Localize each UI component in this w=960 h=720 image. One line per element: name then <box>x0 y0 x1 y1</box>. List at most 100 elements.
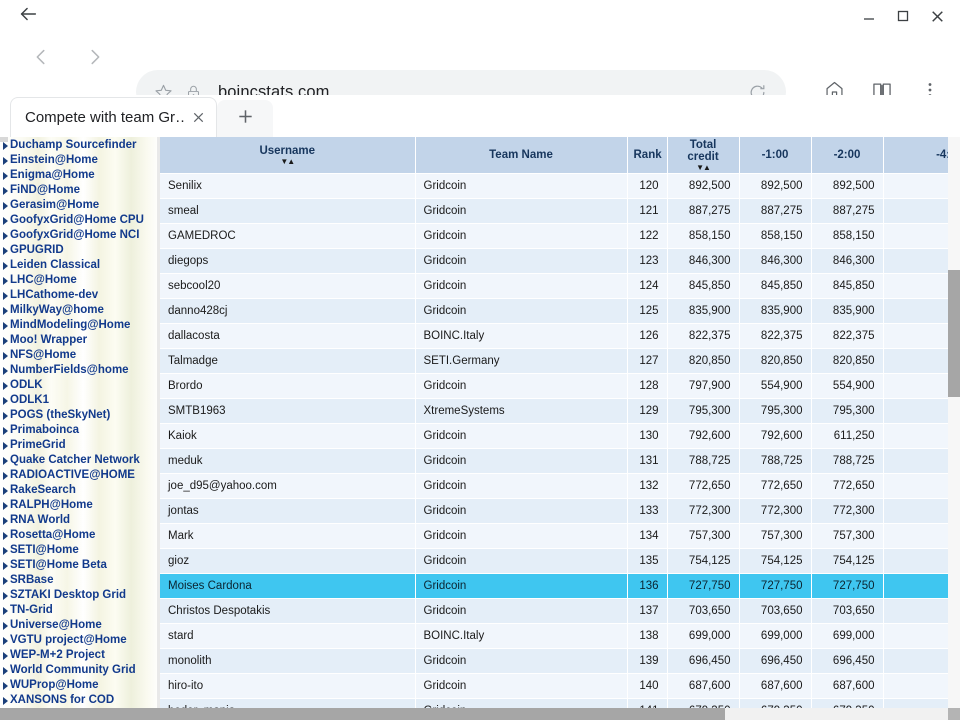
sidebar-item-primegrid[interactable]: PrimeGrid <box>0 438 160 453</box>
sidebar-item-milkyway-home[interactable]: MilkyWay@home <box>0 303 160 318</box>
sidebar-item-sztaki-desktop-grid[interactable]: SZTAKI Desktop Grid <box>0 588 160 603</box>
cell-username: danno428cj <box>160 298 416 325</box>
cell-minus-1h: 846,300 <box>739 248 812 275</box>
sort-arrows-total-credit[interactable]: ▼▲ <box>674 164 733 172</box>
os-back-button[interactable] <box>0 0 56 32</box>
cell-minus-1h: 696,450 <box>739 648 812 675</box>
table-row[interactable]: SMTB1963 XtremeSystems 129 795,300 795,300 79… <box>160 398 948 425</box>
column-header-total-credit[interactable]: Total credit ▼▲ <box>667 137 740 175</box>
table-row[interactable]: danno428cj Gridcoin 125 835,900 835,900 835,9… <box>160 298 948 325</box>
column-header-minus-4h[interactable]: -4:00 <box>883 137 948 175</box>
horizontal-scrollbar-thumb[interactable] <box>0 708 725 720</box>
table-row[interactable]: Talmadge SETI.Germany 127 820,850 820,850 820… <box>160 348 948 375</box>
vertical-scrollbar-thumb[interactable] <box>948 270 960 397</box>
leaderboard-scroll-area[interactable]: Username ▼▲ Team Name Rank Total credit … <box>160 137 948 708</box>
sidebar-item-pogs-theskynet[interactable]: POGS (theSkyNet) <box>0 408 160 423</box>
cell-rank: 141 <box>627 698 668 708</box>
sidebar-item-numberfields-home[interactable]: NumberFields@home <box>0 363 160 378</box>
browser-forward-button[interactable] <box>74 39 116 81</box>
triangle-right-icon <box>3 606 8 615</box>
horizontal-scrollbar[interactable] <box>0 708 960 720</box>
table-row[interactable]: bodor_maniaGridcoin141679,350679,350679,… <box>160 698 948 708</box>
sidebar-item-ralph-home[interactable]: RALPH@Home <box>0 498 160 513</box>
new-tab-button[interactable] <box>217 100 273 137</box>
table-row[interactable]: medukGridcoin131788,725788,725788,725788… <box>160 448 948 475</box>
sidebar-item-goofyxgrid-home-cpu[interactable]: GoofyxGrid@Home CPU <box>0 213 160 228</box>
sort-arrows-username[interactable]: ▼▲ <box>166 158 409 166</box>
sidebar-item-rakesearch[interactable]: RakeSearch <box>0 483 160 498</box>
table-row[interactable]: hiro-ito Gridcoin 140 687,600 687,600 687,600… <box>160 673 948 700</box>
column-header-minus-1h[interactable]: -1:00 <box>739 137 812 175</box>
window-minimize-button[interactable] <box>852 0 886 32</box>
table-row[interactable]: MarkGridcoin134757,300757,300757,300757,… <box>160 523 948 550</box>
table-row[interactable]: stard BOINC.Italy 138 699,000 699,000 699,000… <box>160 623 948 650</box>
sidebar-item-find-home[interactable]: FiND@Home <box>0 183 160 198</box>
sidebar-item-wep-m-2-project[interactable]: WEP-M+2 Project <box>0 648 160 663</box>
table-row[interactable]: KaiokGridcoin130792,600792,600611,250611… <box>160 423 948 450</box>
browser-back-button[interactable] <box>20 39 62 81</box>
table-row[interactable]: BrordoGridcoin128797,900554,900554,90055… <box>160 373 948 400</box>
table-row-highlighted[interactable]: Moises Cardona Gridcoin 136 727,750 727,750 7… <box>160 573 948 600</box>
column-header-team-name[interactable]: Team Name <box>415 137 628 175</box>
sidebar-item-odlk[interactable]: ODLK <box>0 378 160 393</box>
table-row[interactable]: GAMEDROC Gridcoin 122 858,150 858,150 858,150… <box>160 223 948 250</box>
sidebar-item-lhc-home[interactable]: LHC@Home <box>0 273 160 288</box>
cell-minus-4h: 554,90 <box>883 373 948 400</box>
sidebar-item-duchamp-sourcefinder[interactable]: Duchamp Sourcefinder <box>0 138 160 153</box>
sidebar-item-vgtu-project-home[interactable]: VGTU project@Home <box>0 633 160 648</box>
sidebar-item-leiden-classical[interactable]: Leiden Classical <box>0 258 160 273</box>
vertical-scrollbar[interactable] <box>948 137 960 708</box>
sidebar-item-nfs-home[interactable]: NFS@Home <box>0 348 160 363</box>
column-header-minus-2h[interactable]: -2:00 <box>811 137 884 175</box>
sidebar-item-odlk1[interactable]: ODLK1 <box>0 393 160 408</box>
sidebar-item-rna-world[interactable]: RNA World <box>0 513 160 528</box>
sidebar-item-radioactive-home[interactable]: RADIOACTIVE@HOME <box>0 468 160 483</box>
sidebar-item-rosetta-home[interactable]: Rosetta@Home <box>0 528 160 543</box>
table-row[interactable]: monolith Gridcoin 139 696,450 696,450 696,450… <box>160 648 948 675</box>
sidebar-item-gpugrid[interactable]: GPUGRID <box>0 243 160 258</box>
sidebar-item-world-community-grid[interactable]: World Community Grid <box>0 663 160 678</box>
sidebar-item-label: Rosetta@Home <box>10 529 96 541</box>
cell-username: diegops <box>160 248 416 275</box>
table-row[interactable]: giozGridcoin135754,125754,125754,125754,… <box>160 548 948 575</box>
sidebar-item-srbase[interactable]: SRBase <box>0 573 160 588</box>
sidebar-item-lhcathome-dev[interactable]: LHCathome-dev <box>0 288 160 303</box>
cell-minus-2h: 754,125 <box>811 548 884 575</box>
sidebar-item-wuprop-home[interactable]: WUProp@Home <box>0 678 160 693</box>
sidebar-item-enigma-home[interactable]: Enigma@Home <box>0 168 160 183</box>
sidebar-item-seti-home-beta[interactable]: SETI@Home Beta <box>0 558 160 573</box>
arrow-left-icon <box>17 3 39 30</box>
sidebar-item-gerasim-home[interactable]: Gerasim@Home <box>0 198 160 213</box>
sidebar-item-xansons-for-cod[interactable]: XANSONS for COD <box>0 693 160 708</box>
cell-rank: 134 <box>627 523 668 550</box>
triangle-right-icon <box>3 501 8 510</box>
sidebar-item-mindmodeling-home[interactable]: MindModeling@Home <box>0 318 160 333</box>
sidebar-item-moo-wrapper[interactable]: Moo! Wrapper <box>0 333 160 348</box>
sidebar-item-tn-grid[interactable]: TN-Grid <box>0 603 160 618</box>
sidebar-item-primaboinca[interactable]: Primaboinca <box>0 423 160 438</box>
sidebar-item-einstein-home[interactable]: Einstein@Home <box>0 153 160 168</box>
column-header-rank[interactable]: Rank <box>627 137 668 175</box>
triangle-right-icon <box>3 276 8 285</box>
window-maximize-button[interactable] <box>886 0 920 32</box>
tab-compete-with-team[interactable]: Compete with team Gr… <box>10 97 217 137</box>
triangle-right-icon <box>3 456 8 465</box>
sidebar-item-universe-home[interactable]: Universe@Home <box>0 618 160 633</box>
table-row[interactable]: sebcool20 Gridcoin 124 845,850 845,850 845,85… <box>160 273 948 300</box>
table-row[interactable]: smealGridcoin121887,275887,275887,275848… <box>160 198 948 225</box>
sidebar-item-seti-home[interactable]: SETI@Home <box>0 543 160 558</box>
column-header-username[interactable]: Username ▼▲ <box>160 137 416 175</box>
cell-minus-4h: 795,30 <box>883 398 948 425</box>
table-row[interactable]: diegopsGridcoin123846,300846,300846,3008… <box>160 248 948 275</box>
table-row[interactable]: SenilixGridcoin120892,500892,500892,5008… <box>160 173 948 200</box>
table-row[interactable]: dallacosta BOINC.Italy 126 822,375 822,375 82… <box>160 323 948 350</box>
table-row[interactable]: joe_d95@yahoo.com Gridcoin 132 772,650 772,6… <box>160 473 948 500</box>
sidebar-item-goofyxgrid-home-nci[interactable]: GoofyxGrid@Home NCI <box>0 228 160 243</box>
close-icon[interactable] <box>184 104 212 132</box>
window-close-button[interactable] <box>920 0 954 32</box>
cell-minus-4h: 892,50 <box>883 173 948 200</box>
table-row[interactable]: jontasGridcoin133772,300772,300772,30077… <box>160 498 948 525</box>
sidebar-item-quake-catcher-network[interactable]: Quake Catcher Network <box>0 453 160 468</box>
table-row[interactable]: Christos Despotakis Gridcoin 137 703,650 703… <box>160 598 948 625</box>
sidebar-item-label: PrimeGrid <box>10 439 66 451</box>
